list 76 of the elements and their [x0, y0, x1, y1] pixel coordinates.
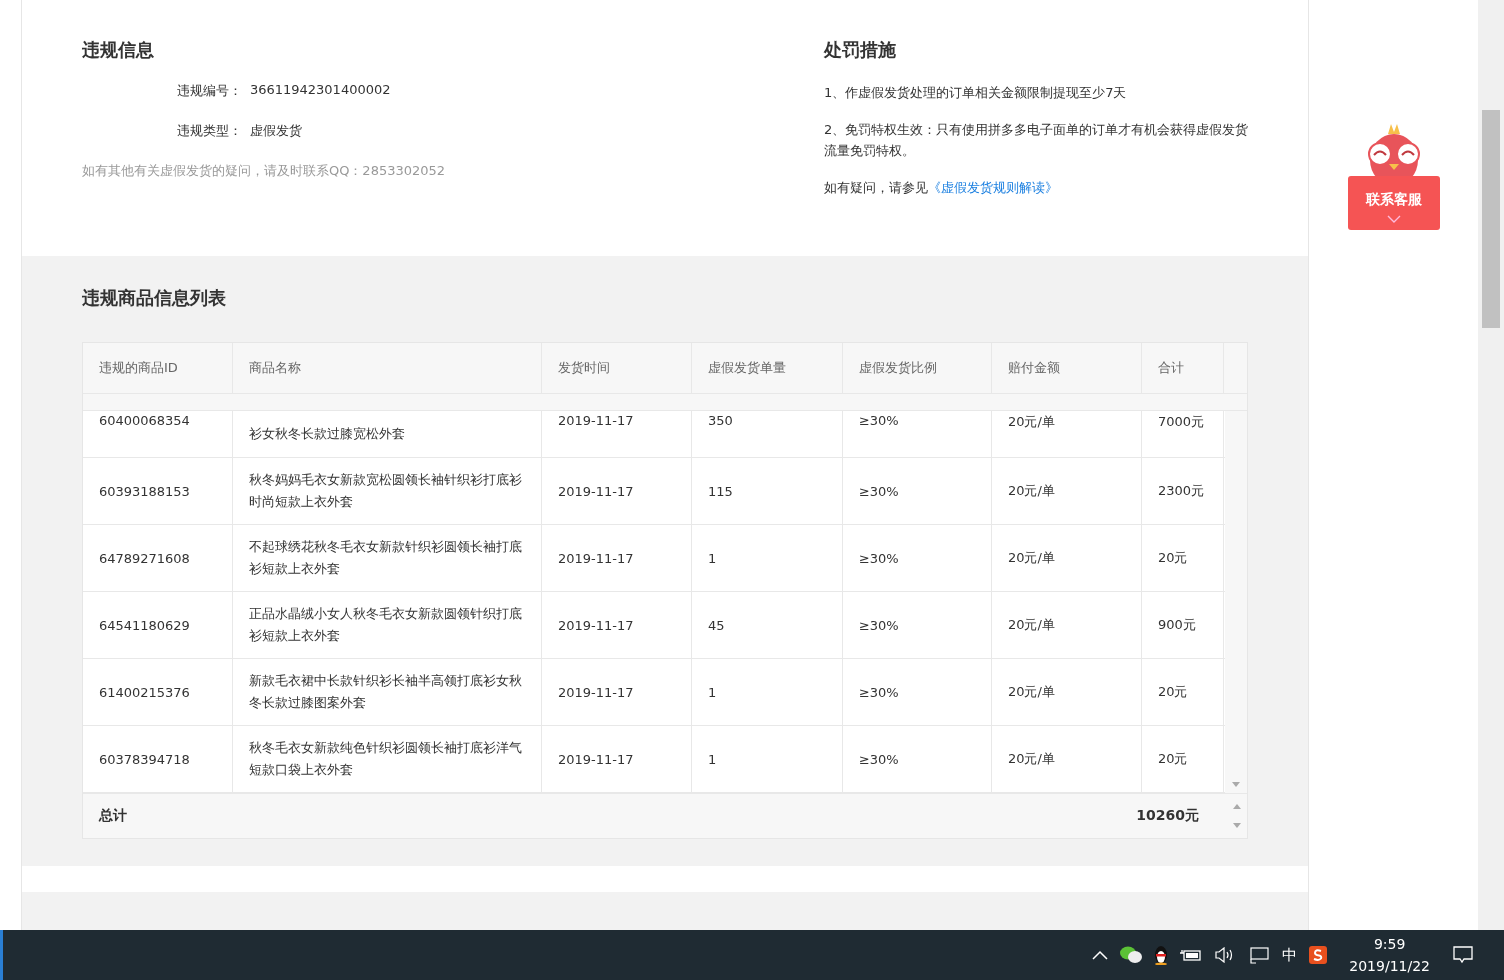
table-cell: 2019-11-17 — [541, 592, 692, 658]
column-header: 合计 — [1141, 343, 1224, 393]
table-cell: 64541180629 — [82, 592, 233, 658]
chevron-up-icon[interactable] — [1092, 950, 1109, 960]
section-title: 违规信息 — [81, 38, 155, 62]
table-cell: 350 — [691, 411, 843, 457]
table-cell: 秋冬妈妈毛衣女新款宽松圆领长袖针织衫打底衫时尚短款上衣外套 — [232, 458, 542, 524]
table-cell: 45 — [691, 592, 843, 658]
table-cell: 20元 — [1141, 525, 1224, 591]
contact-note: 如有其他有关虚假发货的疑问，请及时联系QQ：2853302052 — [81, 162, 447, 180]
table-cell: 2300元 — [1141, 458, 1224, 524]
table-cell: 60378394718 — [82, 726, 233, 792]
field-value: 虚假发货 — [249, 122, 302, 140]
total-value: 10260元 — [1136, 807, 1199, 825]
table-cell: ≥30% — [842, 592, 992, 658]
table-cell: 衫女秋冬长款过膝宽松外套 — [232, 411, 542, 457]
column-header: 商品名称 — [232, 343, 542, 393]
column-header: 发货时间 — [541, 343, 692, 393]
table-cell: 2019-11-17 — [541, 525, 692, 591]
battery-icon[interactable] — [1180, 948, 1203, 962]
table-cell: 20元/单 — [991, 525, 1142, 591]
table-cell: ≥30% — [842, 659, 992, 725]
chevron-down-icon — [1386, 215, 1401, 223]
total-label: 总计 — [97, 807, 128, 825]
table-cell: ≥30% — [842, 525, 992, 591]
table-cell: 60400068354 — [82, 411, 233, 457]
table-cell: 2019-11-17 — [541, 726, 692, 792]
table-cell: 115 — [691, 458, 843, 524]
table-cell: 900元 — [1141, 592, 1224, 658]
penguin-icon[interactable] — [1154, 945, 1169, 965]
monitor-icon[interactable] — [1248, 946, 1271, 964]
table-cell: 2019-11-17 — [541, 411, 692, 457]
table-scrollbar[interactable] — [1224, 411, 1247, 793]
table-cell: 1 — [691, 726, 843, 792]
column-header: 虚假发货比例 — [842, 343, 992, 393]
column-header: 虚假发货单量 — [691, 343, 843, 393]
table-cell: 2019-11-17 — [541, 458, 692, 524]
notification-icon[interactable] — [1452, 945, 1474, 965]
table-cell: 20元/单 — [991, 726, 1142, 792]
field-label: 违规类型： — [176, 122, 242, 140]
table-cell: 20元/单 — [991, 458, 1142, 524]
table-cell: ≥30% — [842, 458, 992, 524]
table-cell: 秋冬毛衣女新款纯色针织衫圆领长袖打底衫洋气短款口袋上衣外套 — [232, 726, 542, 792]
field-label: 违规编号： — [176, 82, 242, 100]
table-cell: 1 — [691, 659, 843, 725]
column-header: 违规的商品ID — [82, 343, 233, 393]
clock-date[interactable]: 2019/11/22 — [1349, 955, 1430, 977]
s-logo-icon[interactable] — [1309, 946, 1328, 964]
table-cell: 20元 — [1141, 726, 1224, 792]
input-method-indicator[interactable]: 中 — [1282, 945, 1298, 965]
section-title: 违规商品信息列表 — [81, 286, 227, 310]
table-cell: ≥30% — [842, 411, 992, 457]
column-header: 赔付金额 — [991, 343, 1142, 393]
table-cell: 20元/单 — [991, 411, 1142, 457]
table-cell: 20元 — [1141, 659, 1224, 725]
table-cell: 64789271608 — [82, 525, 233, 591]
table-cell: 不起球绣花秋冬毛衣女新款针织衫圆领长袖打底衫短款上衣外套 — [232, 525, 542, 591]
table-cell: ≥30% — [842, 726, 992, 792]
section-title: 处罚措施 — [823, 38, 897, 62]
page-scrollbar[interactable] — [1478, 0, 1504, 930]
penalty-item: 2、免罚特权生效：只有使用拼多多电子面单的订单才有机会获得虚假发货流量免罚特权。 — [823, 121, 1250, 160]
table-cell: 正品水晶绒小女人秋冬毛衣女新款圆领针织打底衫短款上衣外套 — [232, 592, 542, 658]
table-cell: 新款毛衣裙中长款针织衫长袖半高领打底衫女秋冬长款过膝图案外套 — [232, 659, 542, 725]
penalty-item: 1、作虚假发货处理的订单相关金额限制提现至少7天 — [823, 84, 1128, 102]
table-cell: 2019-11-17 — [541, 659, 692, 725]
clock-time[interactable]: 9:59 — [1373, 933, 1406, 955]
table-cell: 1 — [691, 525, 843, 591]
table-cell: 61400215376 — [82, 659, 233, 725]
rules-link[interactable]: 《虚假发货规则解读》 — [927, 177, 1058, 198]
chat-bubbles-icon[interactable] — [1120, 946, 1143, 964]
help-text: 如有疑问，请参见 — [823, 179, 928, 197]
table-cell: 20元/单 — [991, 659, 1142, 725]
table-cell: 60393188153 — [82, 458, 233, 524]
table-cell: 7000元 — [1141, 411, 1224, 457]
table-cell: 20元/单 — [991, 592, 1142, 658]
field-value: 36611942301400002 — [249, 82, 391, 99]
